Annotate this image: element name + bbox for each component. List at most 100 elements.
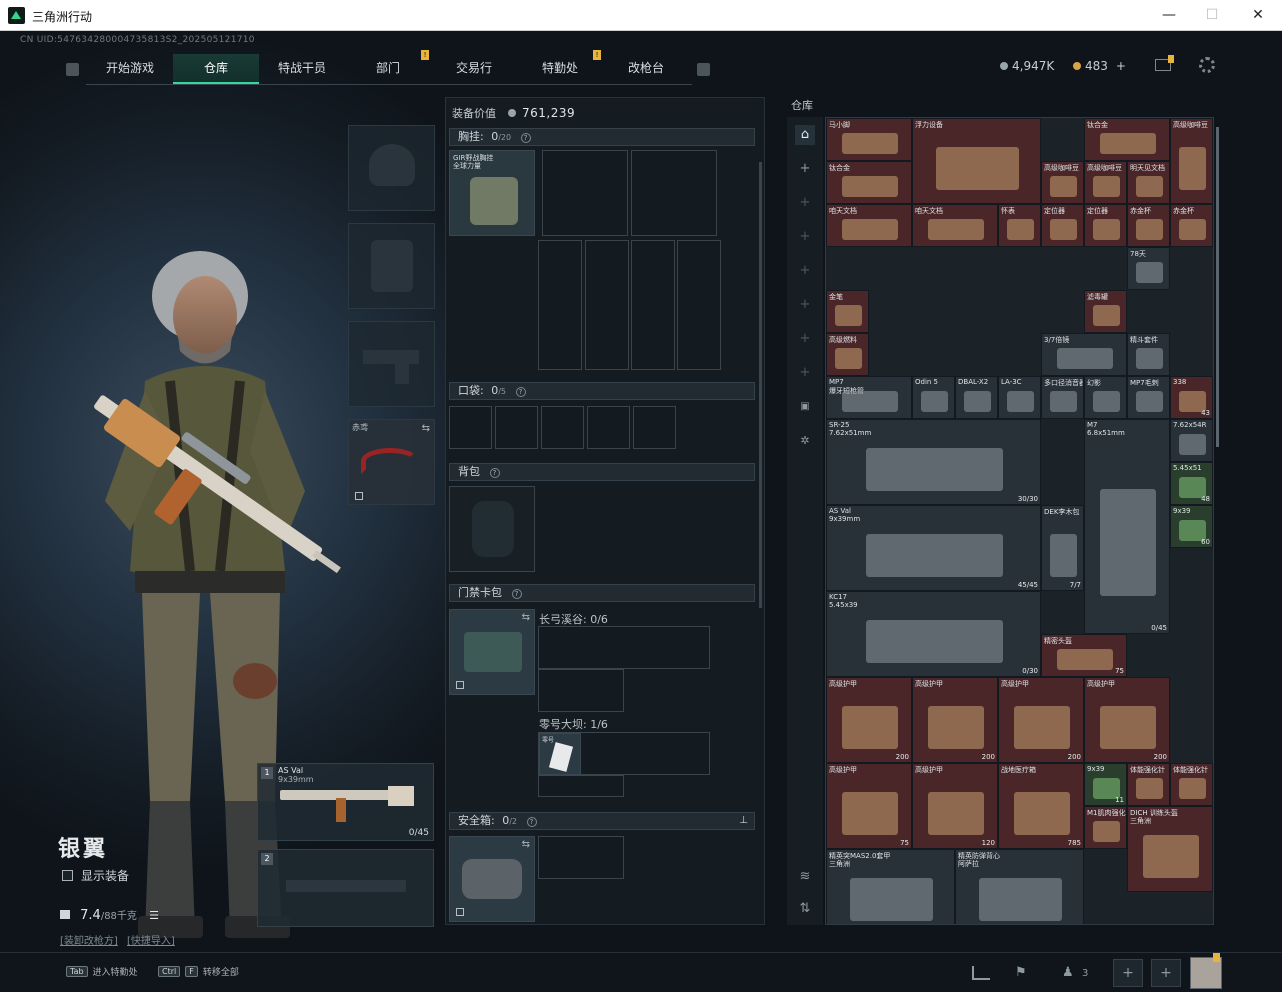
stash-item[interactable]: 精密头盔 75 (1041, 634, 1127, 677)
keycard-grid[interactable] (538, 669, 624, 712)
maximize-button[interactable]: ☐ (1198, 4, 1226, 26)
stash-item[interactable]: 9x39 60 (1170, 505, 1213, 548)
keycard-grid[interactable] (538, 775, 624, 797)
chest-grid-cell[interactable] (538, 240, 582, 370)
stash-item[interactable]: MP7爆牙短枪管 (826, 376, 912, 419)
stash-item[interactable]: 9x39 11 (1084, 763, 1127, 806)
quick-import-link[interactable]: [快捷导入] (127, 936, 175, 947)
stash-item[interactable]: 马小脚 (826, 118, 912, 161)
stash-item[interactable]: M1肌肉强化 (1084, 806, 1127, 849)
swap-icon[interactable]: ⇆ (522, 839, 530, 850)
stash-item[interactable]: 滤毒罐 (1084, 290, 1127, 333)
help-icon[interactable]: ? (511, 589, 522, 599)
flag-icon[interactable]: ⚑ (1015, 965, 1027, 980)
keycard-item[interactable]: 零号 (539, 733, 581, 775)
swap-icon[interactable]: ⇆ (522, 612, 530, 623)
chest-grid-cell[interactable] (542, 150, 628, 236)
stash-item[interactable]: 精斗套件 (1127, 333, 1170, 376)
stash-item[interactable]: 赤金杯 (1170, 204, 1213, 247)
stash-item[interactable]: 咱天文档 (912, 204, 998, 247)
stash-item[interactable]: 战地医疗箱 785 (998, 763, 1084, 849)
stash-item[interactable]: 体能强化针 (1127, 763, 1170, 806)
chest-grid-cell[interactable] (631, 150, 717, 236)
loadout-scrollbar[interactable] (759, 162, 762, 608)
stash-item[interactable]: 赤金杯 (1127, 204, 1170, 247)
invite-slot-button[interactable]: + (1151, 959, 1181, 987)
stash-item[interactable]: 高级咖啡豆 (1084, 161, 1127, 204)
stash-item[interactable]: 多口径消音器 (1041, 376, 1084, 419)
nav-next-icon[interactable] (697, 62, 710, 76)
sort-icon[interactable]: ⇅ (795, 899, 815, 919)
stash-item[interactable]: 338 43 (1170, 376, 1213, 419)
tab-special-ops[interactable]: 特勤处! (517, 50, 603, 84)
stash-item[interactable]: 明天见文档 (1127, 161, 1170, 204)
stash-item[interactable]: 5.45x51 48 (1170, 462, 1213, 505)
tab-gunsmith[interactable]: 改枪台 (603, 54, 689, 84)
safebox-item[interactable]: ⇆ (449, 836, 535, 922)
pocket-slot[interactable] (587, 406, 630, 449)
stash-item[interactable]: 高级护甲 200 (912, 677, 998, 763)
stash-item[interactable]: 高级咖啡豆 (1170, 118, 1213, 204)
stash-item[interactable]: 精英突MAS2.0套甲 三角洲 (826, 849, 955, 924)
hint-transfer-all[interactable]: Ctrl F 转移全部 (158, 965, 239, 978)
stash-scrollbar[interactable] (1216, 127, 1219, 447)
stash-item[interactable]: SR-25 7.62x51mm 30/30 (826, 419, 1041, 505)
stash-item[interactable]: 3/7倍镜 (1041, 333, 1127, 376)
gunsmith-link[interactable]: [装卸改枪方] (60, 936, 118, 947)
pin-icon[interactable]: ⊥ (739, 813, 748, 829)
hint-special-ops[interactable]: Tab 进入特勤处 (66, 965, 138, 978)
add-tab-icon[interactable]: + (795, 159, 815, 179)
stash-item[interactable]: 78天 (1127, 247, 1170, 290)
stash-item[interactable]: DICH 训练头盔 三角洲 (1127, 806, 1213, 892)
chest-grid-cell[interactable] (677, 240, 721, 370)
stats-chart-icon[interactable] (972, 966, 990, 980)
add-tab-icon[interactable]: + (795, 227, 815, 247)
team-icon[interactable]: ♟ (1062, 965, 1074, 980)
armor-slot[interactable] (348, 223, 435, 309)
add-tab-icon[interactable]: + (795, 193, 815, 213)
tab-department[interactable]: 部门! (345, 50, 431, 84)
stash-item[interactable]: 高级护甲 200 (998, 677, 1084, 763)
close-button[interactable]: ✕ (1244, 4, 1272, 26)
stash-item[interactable]: 高级咖啡豆 (1041, 161, 1084, 204)
add-tab-icon[interactable]: + (795, 363, 815, 383)
stash-item[interactable]: 精英防弹背心 阿萨拉 (955, 849, 1084, 924)
stash-item[interactable]: 7.62x54R (1170, 419, 1213, 462)
settings-gear-icon[interactable]: ✲ (795, 431, 815, 451)
pocket-slot[interactable] (495, 406, 538, 449)
stash-item[interactable]: LA-3C (998, 376, 1041, 419)
tab-operators[interactable]: 特战干员 (259, 54, 345, 84)
stash-item[interactable]: 高级护甲 200 (1084, 677, 1170, 763)
helmet-slot[interactable] (348, 125, 435, 211)
minimize-button[interactable]: — (1155, 4, 1183, 26)
add-tab-icon[interactable]: + (795, 261, 815, 281)
add-currency-button[interactable]: + (1116, 59, 1126, 73)
pistol-slot[interactable] (348, 321, 435, 407)
stash-item[interactable]: 高级护甲 200 (826, 677, 912, 763)
help-icon[interactable]: ? (520, 133, 531, 143)
stash-item[interactable]: 高级护甲 120 (912, 763, 998, 849)
stash-item[interactable]: Odin 5 (912, 376, 955, 419)
pocket-slot[interactable] (633, 406, 676, 449)
stash-item[interactable]: 怀表 (998, 204, 1041, 247)
show-equipment-toggle[interactable]: 显示装备 (62, 867, 129, 884)
stash-item[interactable]: 咱天文档 (826, 204, 912, 247)
stash-item[interactable]: AS Val 9x39mm 45/45 (826, 505, 1041, 591)
melee-slot[interactable]: 赤鸢 ⇆ (348, 419, 435, 505)
nav-prev-icon[interactable] (66, 62, 79, 76)
help-icon[interactable]: ? (526, 817, 537, 827)
help-icon[interactable]: ? (515, 387, 526, 397)
chest-rig-item[interactable]: GIR野战胸挂 全球力量 (449, 150, 535, 236)
stash-item[interactable]: 体能强化针 (1170, 763, 1213, 806)
help-icon[interactable]: ? (489, 468, 500, 478)
tab-start-game[interactable]: 开始游戏 (87, 54, 173, 84)
lock-icon[interactable]: ▣ (795, 397, 815, 417)
stash-item[interactable]: 钛合金 (1084, 118, 1170, 161)
stash-item[interactable]: MP7毛刺 (1127, 376, 1170, 419)
safebox-grid[interactable] (538, 836, 624, 879)
add-tab-icon[interactable]: + (795, 329, 815, 349)
keycard-grid[interactable] (538, 626, 710, 669)
stash-item[interactable]: 金笔 (826, 290, 869, 333)
chest-grid-cell[interactable] (585, 240, 629, 370)
stash-item[interactable]: 高级燃料 (826, 333, 869, 376)
